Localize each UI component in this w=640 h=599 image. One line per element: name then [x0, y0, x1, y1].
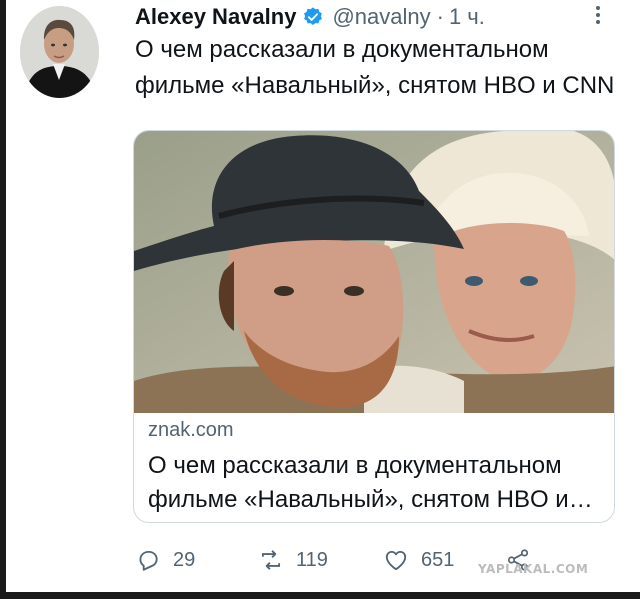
- tweet-header: Alexey Navalny @navalny · 1 ч.: [135, 2, 485, 32]
- meta-separator: ·: [436, 4, 444, 29]
- like-count: 651: [421, 548, 455, 571]
- left-frame-edge: [0, 0, 6, 599]
- like-icon: [385, 550, 407, 571]
- reply-count: 29: [173, 548, 196, 571]
- card-image: [134, 131, 614, 413]
- tweet-time[interactable]: 1 ч.: [449, 4, 485, 30]
- avatar-photo: [20, 6, 99, 98]
- card-domain: znak.com: [148, 419, 234, 441]
- link-card[interactable]: znak.com О чем рассказали в документальн…: [133, 130, 615, 523]
- site-watermark: YAPLAKAL.COM: [478, 562, 589, 576]
- like-button[interactable]: 651: [383, 540, 454, 580]
- tweet-text: О чем рассказали в документальном фильме…: [135, 36, 615, 99]
- card-title: О чем рассказали в документальном фильме…: [148, 452, 569, 513]
- retweet-icon: [261, 550, 281, 570]
- retweet-count: 119: [296, 548, 328, 571]
- reply-button[interactable]: 29: [135, 540, 195, 580]
- avatar[interactable]: [20, 6, 99, 98]
- author-name[interactable]: Alexey Navalny: [135, 4, 296, 30]
- author-handle[interactable]: @navalny: [332, 4, 430, 30]
- verified-badge-icon: [304, 7, 323, 25]
- more-options-icon[interactable]: [588, 2, 608, 28]
- reply-icon: [139, 550, 158, 571]
- retweet-button[interactable]: 119: [258, 540, 328, 580]
- bottom-frame-edge: [0, 592, 640, 599]
